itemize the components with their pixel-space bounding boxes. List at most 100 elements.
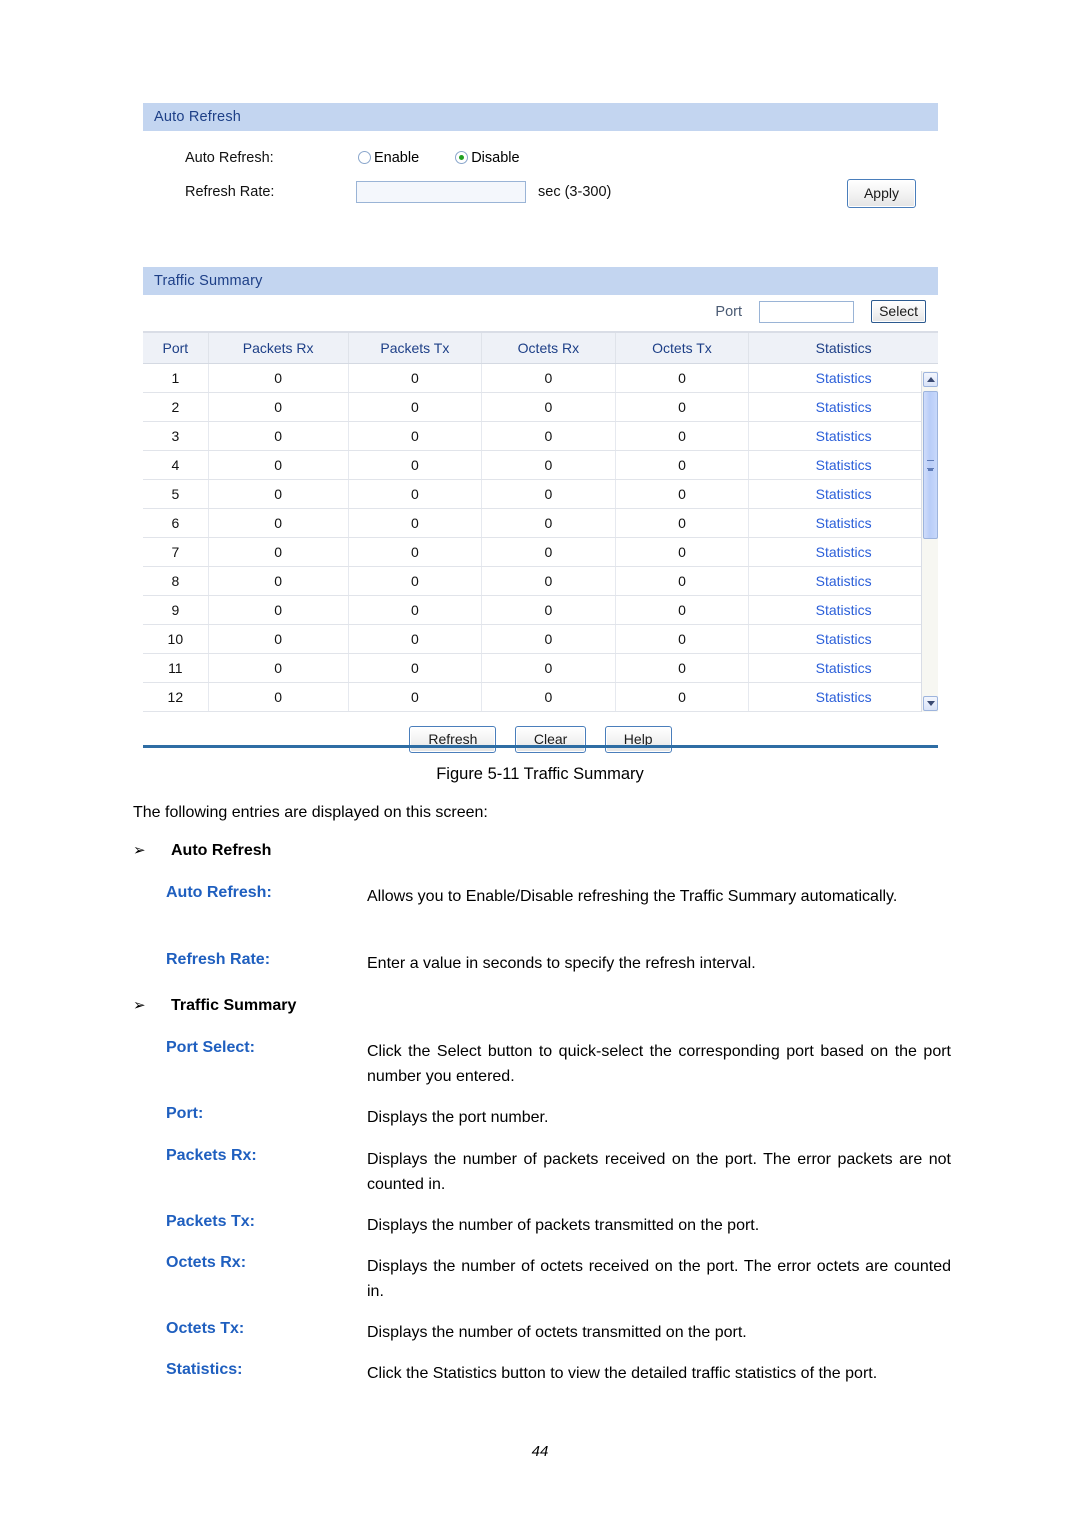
radio-disable-icon[interactable]: [455, 151, 469, 164]
packets-rx-cell: 0: [208, 450, 349, 480]
statistics-link[interactable]: Statistics: [816, 602, 872, 618]
definition-description: Displays the number of octets transmitte…: [367, 1324, 747, 1341]
packets-rx-cell: 0: [208, 363, 349, 393]
packets-rx-cell: 0: [208, 566, 349, 596]
definition-term: Statistics:: [166, 1361, 243, 1378]
octets-tx-cell: 0: [615, 682, 750, 712]
octets-tx-cell: 0: [615, 363, 750, 393]
table-row: 8 0 0 0 0 Statistics: [143, 566, 938, 596]
definition-description: Allows you to Enable/Disable refreshing …: [367, 888, 898, 905]
packets-rx-cell: 0: [208, 537, 349, 567]
clear-button[interactable]: Clear: [514, 726, 587, 753]
section-heading-2: ➢ Traffic Summary: [133, 996, 296, 1015]
port-cell: 10: [143, 624, 209, 654]
traffic-summary-panel: Traffic Summary Port Select Port Packets…: [143, 267, 938, 771]
port-cell: 1: [143, 363, 209, 393]
packets-rx-cell: 0: [208, 624, 349, 654]
table-row: 6 0 0 0 0 Statistics: [143, 508, 938, 538]
statistics-link[interactable]: Statistics: [816, 631, 872, 647]
scroll-up-arrow-icon[interactable]: [923, 372, 938, 387]
statistics-link[interactable]: Statistics: [816, 399, 872, 415]
statistics-link[interactable]: Statistics: [816, 428, 872, 444]
packets-tx-cell: 0: [348, 624, 483, 654]
packets-tx-cell: 0: [348, 479, 483, 509]
apply-button[interactable]: Apply: [846, 179, 916, 208]
statistics-link[interactable]: Statistics: [816, 573, 872, 589]
octets-tx-cell: 0: [615, 421, 750, 451]
table-row: 12 0 0 0 0 Statistics: [143, 682, 938, 712]
auto-refresh-panel: Auto Refresh Auto Refresh: Enable Disabl…: [143, 103, 938, 241]
refresh-rate-unit-hint: sec (3-300): [538, 184, 612, 200]
statistics-link[interactable]: Statistics: [816, 370, 872, 386]
packets-tx-cell: 0: [348, 363, 483, 393]
octets-rx-cell: 0: [481, 450, 616, 480]
packets-rx-cell: 0: [208, 653, 349, 683]
intro-text: The following entries are displayed on t…: [133, 804, 488, 821]
statistics-link[interactable]: Statistics: [816, 457, 872, 473]
port-select-button[interactable]: Select: [871, 300, 926, 323]
port-cell: 7: [143, 537, 209, 567]
refresh-rate-input[interactable]: [356, 181, 526, 203]
table-header-row: Port Packets Rx Packets Tx Octets Rx Oct…: [143, 333, 938, 364]
refresh-rate-label: Refresh Rate:: [185, 184, 275, 200]
help-button[interactable]: Help: [604, 726, 672, 753]
packets-tx-cell: 0: [348, 595, 483, 625]
packets-rx-cell: 0: [208, 392, 349, 422]
statistics-link[interactable]: Statistics: [816, 544, 872, 560]
port-select-bar: Port Select: [143, 295, 938, 332]
statistics-cell: Statistics: [748, 479, 938, 509]
statistics-link[interactable]: Statistics: [816, 660, 872, 676]
statistics-cell: Statistics: [748, 508, 938, 538]
octets-tx-cell: 0: [615, 392, 750, 422]
definition-term: Octets Tx:: [166, 1320, 245, 1337]
definition-term: Port:: [166, 1105, 204, 1122]
radio-disable[interactable]: Disable: [455, 143, 520, 173]
octets-tx-cell: 0: [615, 450, 750, 480]
column-header-octets-rx: Octets Rx: [481, 333, 616, 364]
table-row: 3 0 0 0 0 Statistics: [143, 421, 938, 451]
radio-enable-icon[interactable]: [358, 151, 371, 164]
auto-refresh-label: Auto Refresh:: [185, 150, 274, 166]
table-row: 5 0 0 0 0 Statistics: [143, 479, 938, 509]
scroll-down-arrow-icon[interactable]: [923, 696, 938, 711]
packets-tx-cell: 0: [348, 392, 483, 422]
statistics-link[interactable]: Statistics: [816, 515, 872, 531]
scrollbar-thumb[interactable]: [923, 391, 938, 539]
table-row: 10 0 0 0 0 Statistics: [143, 624, 938, 654]
packets-tx-cell: 0: [348, 653, 483, 683]
octets-tx-cell: 0: [615, 653, 750, 683]
octets-rx-cell: 0: [481, 682, 616, 712]
packets-rx-cell: 0: [208, 595, 349, 625]
statistics-cell: Statistics: [748, 595, 938, 625]
port-select-input[interactable]: [759, 301, 854, 323]
table-row: 4 0 0 0 0 Statistics: [143, 450, 938, 480]
statistics-cell: Statistics: [748, 363, 938, 393]
octets-rx-cell: 0: [481, 508, 616, 538]
statistics-cell: Statistics: [748, 682, 938, 712]
statistics-cell: Statistics: [748, 450, 938, 480]
definition-term: Packets Rx:: [166, 1147, 257, 1164]
refresh-button[interactable]: Refresh: [409, 726, 497, 753]
packets-tx-cell: 0: [348, 682, 483, 712]
definition-term: Refresh Rate:: [166, 951, 271, 968]
traffic-summary-panel-title: Traffic Summary: [143, 267, 938, 295]
statistics-link[interactable]: Statistics: [816, 486, 872, 502]
table-footer-buttons: Refresh Clear Help: [143, 712, 938, 771]
figure-screenshot: Auto Refresh Auto Refresh: Enable Disabl…: [143, 103, 938, 771]
definition-description: Enter a value in seconds to specify the …: [367, 955, 756, 972]
table-scrollbar[interactable]: [921, 371, 938, 712]
definition-term: Octets Rx:: [166, 1254, 247, 1271]
radio-enable[interactable]: Enable: [358, 143, 419, 173]
octets-rx-cell: 0: [481, 653, 616, 683]
octets-rx-cell: 0: [481, 537, 616, 567]
octets-rx-cell: 0: [481, 624, 616, 654]
octets-rx-cell: 0: [481, 363, 616, 393]
auto-refresh-panel-body: Auto Refresh: Enable Disable Refresh Rat…: [143, 131, 938, 241]
definition-term: Auto Refresh:: [166, 884, 272, 901]
definition-term: Port Select:: [166, 1039, 255, 1056]
port-cell: 12: [143, 682, 209, 712]
figure-caption: Figure 5-11 Traffic Summary: [436, 765, 644, 783]
column-header-statistics: Statistics: [748, 333, 938, 364]
statistics-link[interactable]: Statistics: [816, 689, 872, 705]
page-number: 44: [531, 1443, 549, 1460]
